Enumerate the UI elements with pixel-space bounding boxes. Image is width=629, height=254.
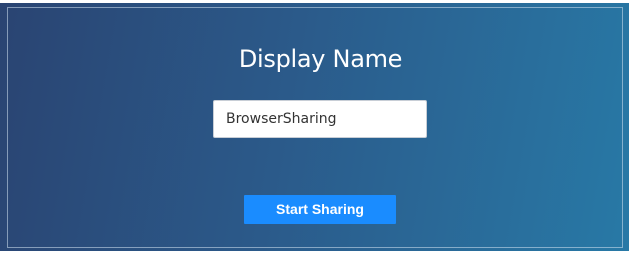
start-sharing-button[interactable]: Start Sharing xyxy=(244,195,396,224)
display-name-input[interactable] xyxy=(213,100,427,138)
share-setup-panel: Display Name Start Sharing xyxy=(0,0,629,254)
display-name-heading: Display Name xyxy=(238,45,403,73)
